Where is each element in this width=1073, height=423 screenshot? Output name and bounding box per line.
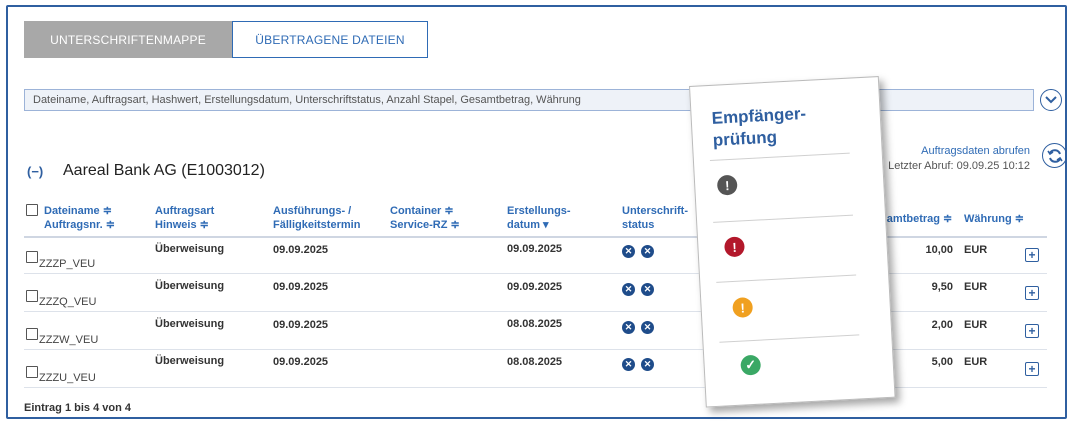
col-ausfuehrung[interactable]: Ausführungs- / Fälligkeitstermin [273,204,360,232]
card-divider [709,152,850,162]
tab-unterschriftenmappe[interactable]: UNTERSCHRIFTENMAPPE [24,21,232,58]
signature-missing-icon: ✕ [622,321,635,334]
col-erstellung-label: Erstellungs- [507,205,571,217]
signature-missing-icon: ✕ [641,283,654,296]
exclamation-orange-icon: ! [732,296,754,319]
col-faelligkeit-label: Fälligkeitstermin [273,219,361,231]
row-exec-date: 09.09.2025 [273,244,329,256]
select-all-checkbox[interactable] [26,204,38,216]
row-currency: EUR [964,319,988,331]
signature-missing-icon: ✕ [641,321,654,334]
row-exec-date: 09.09.2025 [273,319,329,331]
tab-bar: UNTERSCHRIFTENMAPPE ÜBERTRAGENE DATEIEN [24,21,428,58]
row-divider [24,349,1047,350]
row-filename: ZZZW_VEU [39,334,99,346]
refresh-icon [1046,148,1063,163]
col-unterschriftstatus[interactable]: Unterschrift- status [622,204,688,232]
col-dateiname[interactable]: Dateiname ≑ Auftragsnr. ≑ [44,204,115,232]
card-title: Empfänger- prüfung [711,103,808,152]
col-auftragsnr-label: Auftragsnr. ≑ [44,219,115,231]
card-title-line2: prüfung [712,127,778,150]
last-fetch-timestamp: Letzter Abruf: 09.09.25 10:12 [888,160,1030,172]
col-erstellungsdatum[interactable]: Erstellungs- datum ▾ [507,204,571,232]
row-created-date: 08.08.2025 [507,356,563,368]
expand-filter-button[interactable] [1040,89,1062,111]
col-waehrung[interactable]: Währung ≑ [964,212,1024,226]
expand-row-icon[interactable]: + [1025,248,1039,262]
col-hinweis-label: Hinweis ≑ [155,219,209,231]
row-filename: ZZZQ_VEU [39,296,97,308]
card-divider [719,334,860,343]
card-divider [713,214,854,223]
fetch-order-data-link[interactable]: Auftragsdaten abrufen [921,145,1030,157]
row-type: Überweisung [155,318,225,330]
row-checkbox[interactable] [26,328,38,340]
row-currency: EUR [964,356,988,368]
col-ausfuehrung-label: Ausführungs- / [273,205,352,217]
row-checkbox[interactable] [26,290,38,302]
col-status-label: status [622,219,655,231]
pagination-info: Eintrag 1 bis 4 von 4 [24,402,131,414]
search-input[interactable] [24,89,1034,111]
card-divider [716,274,857,283]
check-green-icon: ✓ [740,354,762,376]
col-dateiname-label: Dateiname ≑ [44,205,112,217]
chevron-down-icon [1045,96,1057,104]
row-type: Überweisung [155,243,225,255]
col-auftragsart-label: Auftragsart [155,205,215,217]
row-checkbox[interactable] [26,251,38,263]
main-panel: UNTERSCHRIFTENMAPPE ÜBERTRAGENE DATEIEN … [6,5,1067,419]
expand-row-icon[interactable]: + [1025,286,1039,300]
row-filename: ZZZP_VEU [39,258,96,270]
expand-row-icon[interactable]: + [1025,324,1039,338]
row-checkbox[interactable] [26,366,38,378]
row-filename: ZZZU_VEU [39,372,96,384]
recipient-check-card: Empfänger- prüfung ! ! ! ✓ [689,76,896,408]
row-exec-date: 09.09.2025 [273,281,329,293]
row-divider [24,273,1047,274]
row-type: Überweisung [155,280,225,292]
col-datum-label: datum ▾ [507,219,549,231]
signature-missing-icon: ✕ [622,245,635,258]
signature-missing-icon: ✕ [622,283,635,296]
header-divider [24,236,1047,238]
bank-group-title: Aareal Bank AG (E1003012) [63,162,265,179]
row-divider [24,311,1047,312]
row-exec-date: 09.09.2025 [273,356,329,368]
row-created-date: 09.09.2025 [507,281,563,293]
signature-missing-icon: ✕ [622,358,635,371]
collapse-group-icon[interactable]: (−) [27,164,43,179]
row-created-date: 08.08.2025 [507,318,563,330]
col-auftragsart[interactable]: Auftragsart Hinweis ≑ [155,204,214,232]
exclamation-gray-icon: ! [716,174,738,196]
exclamation-red-icon: ! [723,236,745,258]
signature-missing-icon: ✕ [641,358,654,371]
col-service-label: Service-RZ ≑ [390,219,460,231]
row-type: Überweisung [155,355,225,367]
col-container[interactable]: Container ≑ Service-RZ ≑ [390,204,460,232]
signature-missing-icon: ✕ [641,245,654,258]
row-created-date: 09.09.2025 [507,243,563,255]
row-currency: EUR [964,281,988,293]
expand-row-icon[interactable]: + [1025,362,1039,376]
tab-uebertragene-dateien[interactable]: ÜBERTRAGENE DATEIEN [232,21,428,58]
col-container-label: Container ≑ [390,205,454,217]
col-unterschrift-label: Unterschrift- [622,205,689,217]
row-currency: EUR [964,244,988,256]
refresh-button[interactable] [1042,143,1065,168]
